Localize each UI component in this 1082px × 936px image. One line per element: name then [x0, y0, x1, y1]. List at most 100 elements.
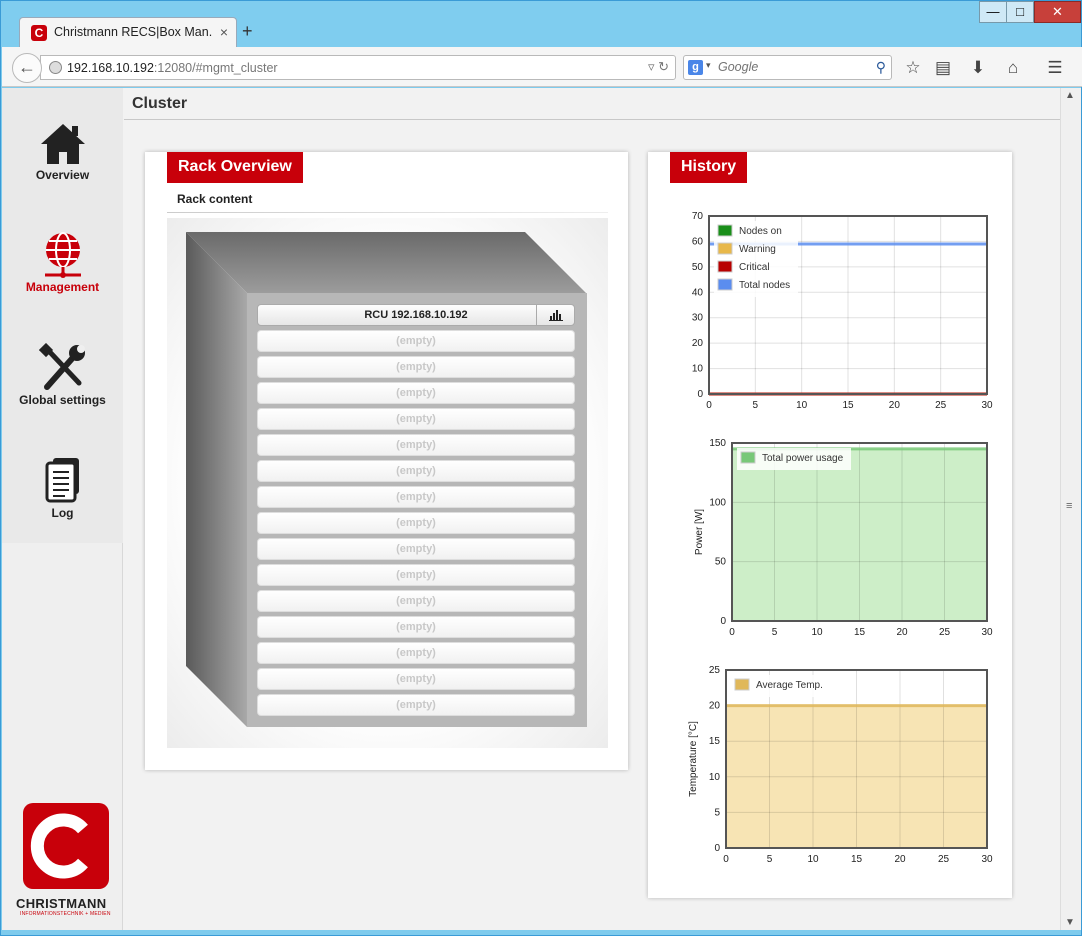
document-icon	[45, 458, 79, 503]
x-tick-label: 25	[935, 400, 947, 411]
empty-slot[interactable]: (empty)	[257, 668, 575, 690]
x-tick-label: 5	[767, 854, 773, 865]
rcu-slot[interactable]: RCU 192.168.10.192	[257, 304, 575, 326]
navigation-bar: 192.168.10.192:12080/#mgmt_cluster ▿ ↻ ←…	[2, 47, 1082, 87]
legend-label: Nodes on	[739, 226, 782, 237]
star-icon[interactable]: ☆	[903, 58, 923, 78]
legend-swatch	[734, 678, 750, 691]
history-chart: 0 5 10 15 20 25 30 0 10 20 30 40 50 60 70 Nodes on Warni…	[692, 211, 993, 411]
legend-swatch	[717, 260, 733, 273]
google-engine-icon[interactable]: g	[688, 60, 703, 75]
browser-window: C Christmann RECS|Box Man... × + — □ ✕ 1…	[0, 0, 1082, 936]
y-tick-label: 20	[692, 338, 704, 349]
x-tick-label: 5	[753, 400, 759, 411]
y-tick-label: 10	[709, 772, 721, 783]
empty-slot[interactable]: (empty)	[257, 538, 575, 560]
empty-slot[interactable]: (empty)	[257, 356, 575, 378]
tab-close-icon[interactable]: ×	[220, 24, 228, 40]
search-icon[interactable]: ⚲	[876, 59, 886, 76]
y-tick-label: 0	[714, 843, 720, 854]
chevron-down-icon[interactable]: ▾	[706, 60, 711, 71]
x-tick-label: 25	[939, 627, 951, 638]
y-tick-label: 5	[714, 807, 720, 818]
stats-icon[interactable]	[536, 305, 574, 325]
legend-swatch	[717, 278, 733, 291]
empty-slot[interactable]: (empty)	[257, 564, 575, 586]
x-tick-label: 20	[894, 854, 906, 865]
empty-slot[interactable]: (empty)	[257, 694, 575, 716]
minimize-button[interactable]: —	[979, 1, 1007, 23]
empty-slot[interactable]: (empty)	[257, 486, 575, 508]
y-tick-label: 0	[697, 389, 703, 400]
search-input[interactable]	[718, 60, 858, 74]
url-text[interactable]: 192.168.10.192:12080/#mgmt_cluster	[67, 61, 278, 75]
sidebar-item-management[interactable]: Management	[2, 228, 123, 298]
x-tick-label: 10	[811, 627, 823, 638]
sidebar-item-label: Management	[25, 280, 100, 294]
page-viewport: Overview Management Global settings Log …	[2, 88, 1060, 930]
sidebar-item-label: Overview	[35, 168, 90, 182]
y-axis-label: Power [W]	[694, 509, 705, 555]
x-tick-label: 0	[706, 400, 712, 411]
globe-network-icon	[45, 232, 81, 278]
history-chart: 0 5 10 15 20 25 30 0 5 10 15 20 25 Temperature [°C] Av…	[688, 665, 993, 865]
sidebar-item-global-settings[interactable]: Global settings	[2, 341, 123, 411]
x-tick-label: 0	[729, 627, 735, 638]
site-identity-icon[interactable]	[49, 61, 62, 74]
url-bar[interactable]: 192.168.10.192:12080/#mgmt_cluster ▿ ↻	[40, 55, 676, 80]
close-window-button[interactable]: ✕	[1034, 1, 1081, 23]
legend-label: Warning	[739, 244, 776, 255]
browser-tab[interactable]: C Christmann RECS|Box Man... ×	[19, 17, 237, 47]
maximize-button[interactable]: □	[1007, 1, 1034, 23]
home-icon	[41, 124, 85, 164]
search-bar[interactable]: g ▾ ⚲	[683, 55, 892, 80]
menu-icon[interactable]: ☰	[1045, 58, 1065, 78]
y-tick-label: 100	[709, 497, 726, 508]
empty-slot[interactable]: (empty)	[257, 642, 575, 664]
x-tick-label: 15	[842, 400, 854, 411]
x-tick-label: 20	[889, 400, 901, 411]
legend-label: Total nodes	[739, 280, 790, 291]
sidebar-item-log[interactable]: Log	[2, 454, 123, 524]
christmann-logo	[23, 803, 109, 889]
empty-slot[interactable]: (empty)	[257, 590, 575, 612]
vertical-scrollbar[interactable]: ▲ ≡ ▼	[1060, 88, 1081, 930]
empty-slot[interactable]: (empty)	[257, 460, 575, 482]
x-tick-label: 20	[896, 627, 908, 638]
empty-slot[interactable]: (empty)	[257, 616, 575, 638]
rack-overview-heading: Rack Overview	[167, 152, 303, 183]
history-heading: History	[670, 152, 748, 183]
x-tick-label: 15	[851, 854, 863, 865]
reload-icon[interactable]: ▿ ↻	[648, 59, 669, 75]
reader-icon[interactable]: ▤	[933, 58, 953, 78]
empty-slot[interactable]: (empty)	[257, 408, 575, 430]
sidebar-item-label: Global settings	[19, 393, 106, 407]
empty-slot[interactable]: (empty)	[257, 382, 575, 404]
y-tick-label: 15	[709, 736, 721, 747]
x-tick-label: 0	[723, 854, 729, 865]
download-icon[interactable]: ⬇	[968, 58, 988, 78]
sidebar-item-label: Log	[51, 506, 74, 520]
tools-icon	[39, 343, 85, 390]
logo-tagline: INFORMATIONSTECHNIK + MEDIEN	[20, 911, 111, 917]
scroll-up-icon[interactable]: ▲	[1065, 90, 1075, 101]
empty-slot[interactable]: (empty)	[257, 330, 575, 352]
scroll-down-icon[interactable]: ▼	[1065, 917, 1075, 928]
back-button[interactable]: ←	[12, 53, 42, 83]
x-tick-label: 15	[854, 627, 866, 638]
scroll-thumb[interactable]: ≡	[1066, 500, 1072, 512]
y-tick-label: 25	[709, 665, 721, 676]
page-title: Cluster	[132, 95, 188, 112]
home-icon[interactable]: ⌂	[1003, 58, 1023, 78]
new-tab-button[interactable]: +	[242, 21, 253, 42]
sidebar-item-overview[interactable]: Overview	[2, 118, 123, 188]
x-tick-label: 10	[807, 854, 819, 865]
x-tick-label: 25	[938, 854, 950, 865]
empty-slot[interactable]: (empty)	[257, 434, 575, 456]
history-chart: 0 5 10 15 20 25 30 0 50 100 150 Power [W] Total powe…	[694, 438, 993, 638]
y-tick-label: 150	[709, 438, 726, 449]
y-tick-label: 60	[692, 236, 704, 247]
y-tick-label: 40	[692, 287, 704, 298]
legend-swatch	[717, 242, 733, 255]
empty-slot[interactable]: (empty)	[257, 512, 575, 534]
